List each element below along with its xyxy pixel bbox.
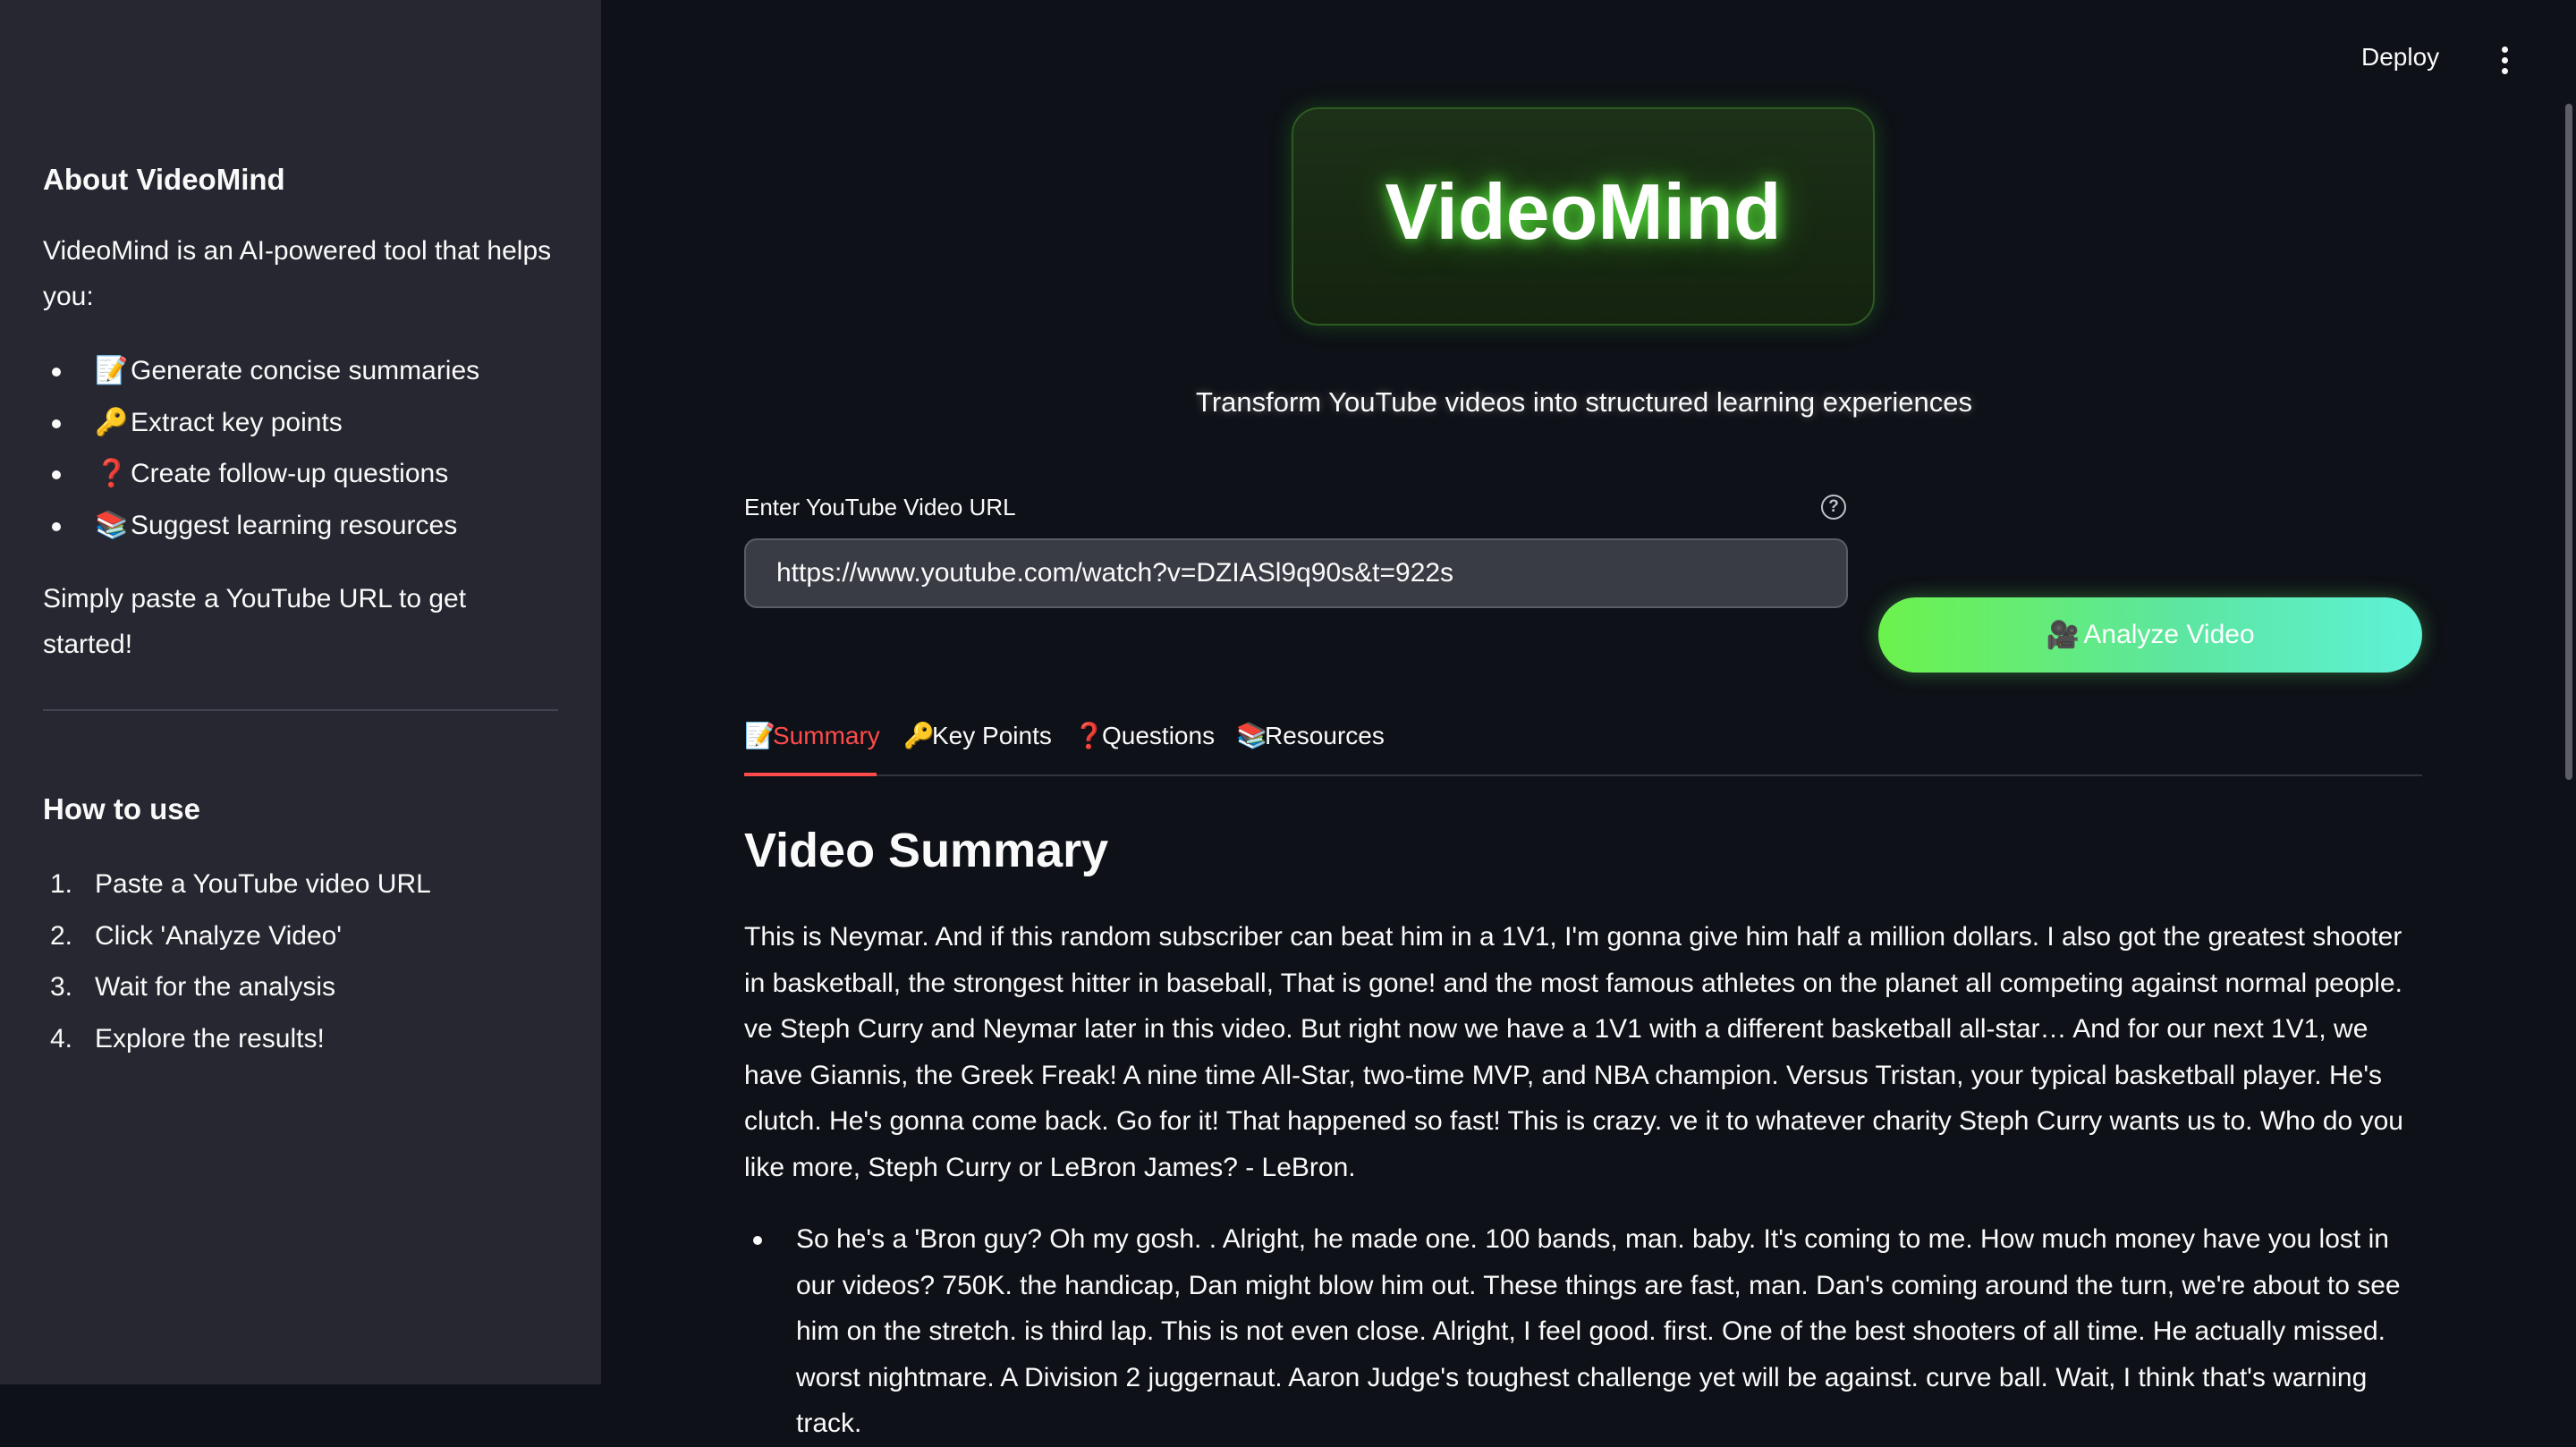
analyze-video-button[interactable]: 🎥 Analyze Video <box>1878 597 2422 673</box>
results-tabs: 📝Summary 🔑Key Points ❓Questions 📚Resourc… <box>744 715 2422 776</box>
steps-list: 1. Paste a YouTube video URL 2. Click 'Ana… <box>43 859 431 1064</box>
summary-title: Video Summary <box>744 824 1109 877</box>
tagline: Transform YouTube videos into structured… <box>1196 386 1972 418</box>
step-number: 1. <box>50 869 73 899</box>
movie-camera-icon: 🎥 <box>2046 620 2080 650</box>
feature-label: Suggest learning resources <box>131 510 458 540</box>
memo-icon: 📝 <box>744 722 775 749</box>
step-label: Explore the results! <box>95 1023 325 1054</box>
feature-label: Extract key points <box>131 407 343 437</box>
about-text: VideoMind is an AI-powered tool that hel… <box>43 236 552 311</box>
feature-label: Generate concise summaries <box>131 356 480 385</box>
summary-paragraph: This is Neymar. And if this random subsc… <box>744 922 2403 1182</box>
scrollbar-thumb[interactable] <box>2565 104 2572 780</box>
key-icon: 🔑 <box>95 407 129 437</box>
kebab-menu-icon[interactable] <box>2499 47 2510 77</box>
step-label: Click 'Analyze Video' <box>95 920 343 951</box>
memo-icon: 📝 <box>95 356 129 385</box>
tab-summary[interactable]: 📝Summary <box>744 715 880 776</box>
summary-bullet-list: So he's a 'Bron guy? Oh my gosh. . Alrig… <box>744 1216 2426 1447</box>
tab-label: Questions <box>1102 722 1216 749</box>
step-number: 4. <box>50 1023 73 1054</box>
tab-questions[interactable]: ❓Questions <box>1073 715 1215 776</box>
cta-text: Simply paste a YouTube URL to get starte… <box>43 584 467 659</box>
feature-label: Create follow-up questions <box>131 459 449 488</box>
step-number: 2. <box>50 920 73 951</box>
tab-key-points[interactable]: 🔑Key Points <box>903 715 1052 776</box>
step-item: 1. Paste a YouTube video URL <box>43 859 431 910</box>
sidebar: About VideoMind VideoMind is an AI-power… <box>0 0 601 1384</box>
help-icon[interactable]: ? <box>1821 495 1846 520</box>
tab-label: Key Points <box>932 722 1052 749</box>
tab-resources[interactable]: 📚Resources <box>1236 715 1385 776</box>
feature-list: 📝Generate concise summaries 🔑Extract key… <box>43 345 479 551</box>
url-input-label: Enter YouTube Video URL <box>744 494 1016 520</box>
tab-label: Summary <box>773 722 880 749</box>
key-icon: 🔑 <box>903 722 935 749</box>
feature-item-key-points: 🔑Extract key points <box>43 397 479 449</box>
analyze-button-label: Analyze Video <box>2083 620 2255 649</box>
howto-heading: How to use <box>43 792 201 825</box>
feature-item-questions: ❓Create follow-up questions <box>43 448 479 500</box>
books-icon: 📚 <box>1236 722 1267 749</box>
step-item: 2. Click 'Analyze Video' <box>43 910 431 962</box>
question-icon: ❓ <box>95 459 129 488</box>
step-number: 3. <box>50 972 73 1002</box>
app-logo: VideoMind <box>1385 167 1782 256</box>
about-heading: About VideoMind <box>43 163 285 196</box>
step-item: 3. Wait for the analysis <box>43 961 431 1013</box>
feature-item-summaries: 📝Generate concise summaries <box>43 345 479 397</box>
step-label: Paste a YouTube video URL <box>95 869 431 899</box>
deploy-button[interactable]: Deploy <box>2361 43 2439 72</box>
list-item: So he's a 'Bron guy? Oh my gosh. . Alrig… <box>744 1216 2426 1447</box>
question-icon: ❓ <box>1073 722 1105 749</box>
books-icon: 📚 <box>95 510 129 540</box>
feature-item-resources: 📚Suggest learning resources <box>43 500 479 552</box>
youtube-url-input[interactable] <box>744 538 1848 608</box>
step-item: 4. Explore the results! <box>43 1013 431 1065</box>
sidebar-divider <box>43 709 558 711</box>
tab-label: Resources <box>1265 722 1385 749</box>
step-label: Wait for the analysis <box>95 972 335 1002</box>
